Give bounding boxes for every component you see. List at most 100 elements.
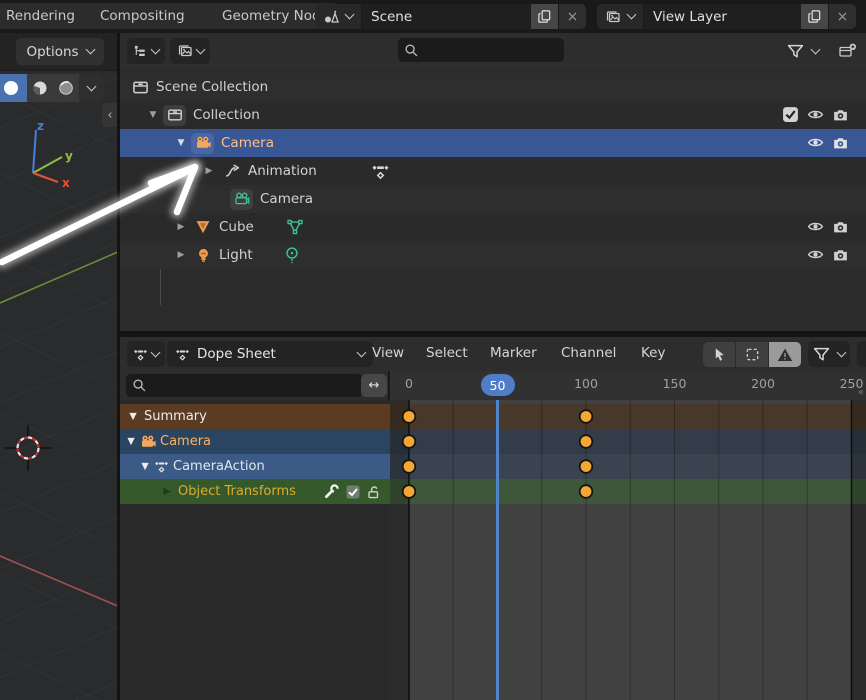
view-layer-name-field[interactable]: View Layer (644, 4, 818, 29)
camera-restrict-icon[interactable] (832, 246, 849, 263)
axis-gizmo[interactable]: z y x (10, 118, 90, 198)
axis-y-label: y (65, 149, 73, 163)
outliner-row-camera-data[interactable]: Camera (120, 185, 866, 213)
disclosure-expanded-icon[interactable]: ▼ (146, 110, 160, 120)
material-shading-icon (33, 81, 47, 95)
channel-row-summary[interactable]: ▼ Summary (120, 404, 390, 429)
left-right-arrows-icon: ↔ (368, 378, 380, 393)
current-frame-badge[interactable]: 50 (480, 374, 515, 396)
editor-type-button[interactable] (127, 38, 165, 64)
wrench-icon[interactable] (323, 483, 340, 500)
dashed-box-icon (746, 348, 758, 361)
channel-label: Camera (160, 434, 212, 449)
timeline-ruler[interactable]: 0 50 100 150 200 250 « (390, 371, 866, 401)
new-view-layer-button[interactable] (801, 4, 828, 29)
unlock-icon[interactable] (366, 484, 382, 500)
display-mode-button[interactable] (170, 38, 210, 64)
camera-restrict-icon[interactable] (832, 134, 849, 151)
outliner-row-light[interactable]: ▶ Light (120, 241, 866, 269)
tab-label: Rendering (6, 8, 75, 24)
chevron-down-icon (810, 44, 821, 54)
eye-icon[interactable] (807, 134, 824, 151)
outliner-row-scene-collection[interactable]: Scene Collection (120, 73, 866, 101)
disclosure-expanded-icon[interactable]: ▼ (138, 461, 152, 472)
mode-label: Dope Sheet (197, 346, 276, 362)
keyframe[interactable] (578, 459, 594, 474)
remove-view-layer-button[interactable]: × (829, 4, 856, 29)
shading-material-button[interactable] (27, 74, 53, 102)
action-icon (155, 461, 168, 473)
outliner-row-camera[interactable]: ▼ Camera (120, 129, 866, 157)
keyframe[interactable] (401, 409, 417, 424)
workspace-tab-compositing[interactable]: Compositing (86, 3, 228, 29)
menu-channel[interactable]: Channel (561, 345, 616, 361)
shading-dropdown-button[interactable] (79, 74, 104, 102)
disclosure-collapsed-icon[interactable]: ▶ (174, 222, 188, 232)
disclosure-collapsed-icon[interactable]: ▶ (174, 250, 188, 260)
dope-sheet-filter-button[interactable] (808, 341, 850, 367)
disclosure-expanded-icon[interactable]: ▼ (174, 138, 188, 148)
outliner-row-label: Collection (193, 107, 260, 123)
eye-icon[interactable] (807, 106, 824, 123)
options-dropdown-button[interactable]: Options (16, 38, 104, 65)
keyframe[interactable] (401, 434, 417, 449)
outliner-filter-button[interactable] (782, 38, 824, 64)
outliner-row-animation[interactable]: ▶ Animation (120, 157, 866, 185)
menu-view[interactable]: View (372, 345, 404, 361)
channel-label: Object Transforms (178, 484, 296, 499)
keyframe[interactable] (578, 434, 594, 449)
menu-marker[interactable]: Marker (490, 345, 537, 361)
new-collection-button[interactable] (832, 38, 862, 64)
area-divider[interactable] (117, 33, 120, 700)
checkbox-checked-icon[interactable] (345, 484, 361, 500)
shading-solid-button[interactable] (0, 74, 27, 102)
scene-name-field[interactable]: Scene (362, 4, 548, 29)
disclosure-expanded-icon[interactable]: ▼ (124, 436, 138, 447)
outliner-row-cube[interactable]: ▶ Cube (120, 213, 866, 241)
channel-search-input[interactable] (126, 374, 363, 397)
keyframe[interactable] (401, 484, 417, 499)
show-hidden-toggle[interactable] (735, 342, 769, 367)
keyframe-area[interactable] (390, 400, 866, 700)
menu-select[interactable]: Select (426, 345, 468, 361)
camera-restrict-icon[interactable] (832, 218, 849, 235)
keyframe[interactable] (578, 484, 594, 499)
shading-rendered-button[interactable] (53, 74, 79, 102)
outliner-row-collection[interactable]: ▼ Collection (120, 101, 866, 129)
channel-row-camera-action[interactable]: ▼ CameraAction (120, 454, 390, 479)
view-layer-browse-button[interactable] (597, 4, 643, 29)
topbar: Rendering Compositing Geometry Nodes Sce… (0, 0, 866, 34)
chevron-down-icon (356, 347, 367, 357)
post-range-dim (851, 400, 866, 700)
expand-channels-button[interactable]: ↔ (361, 374, 387, 397)
clipped-button[interactable]: Ne (857, 341, 866, 367)
dope-sheet-mode-dropdown[interactable]: Dope Sheet (167, 341, 373, 367)
disclosure-collapsed-icon[interactable]: ▶ (160, 486, 174, 497)
unlink-scene-button[interactable]: × (559, 4, 586, 29)
cursor-3d-icon[interactable] (5, 425, 51, 471)
only-errors-toggle[interactable] (769, 342, 801, 367)
eye-icon[interactable] (807, 246, 824, 263)
viewport-3d[interactable]: Options z y x ‹ (0, 33, 120, 700)
only-selected-toggle[interactable] (703, 342, 735, 367)
disclosure-expanded-icon[interactable]: ▼ (126, 411, 140, 422)
outliner-search-input[interactable] (398, 38, 564, 62)
channel-row-object-transforms[interactable]: ▶ Object Transforms (120, 479, 390, 504)
scene-browse-button[interactable] (315, 4, 361, 29)
keyframe[interactable] (578, 409, 594, 424)
editor-type-button[interactable] (127, 341, 165, 367)
playhead[interactable] (496, 400, 499, 700)
sidebar-collapse-button[interactable]: ‹ (102, 103, 118, 127)
warning-icon (777, 348, 793, 361)
camera-restrict-icon[interactable] (832, 106, 849, 123)
eye-icon[interactable] (807, 218, 824, 235)
camera-object-icon (142, 435, 156, 447)
keyframe[interactable] (401, 459, 417, 474)
collapse-arrows-icon[interactable]: « (858, 387, 864, 398)
checkbox-checked-icon[interactable] (782, 106, 799, 123)
outliner-row-label: Light (219, 247, 253, 263)
new-scene-button[interactable] (531, 4, 558, 29)
channel-row-camera[interactable]: ▼ Camera (120, 429, 390, 454)
disclosure-collapsed-icon[interactable]: ▶ (202, 166, 216, 176)
menu-key[interactable]: Key (641, 345, 665, 361)
